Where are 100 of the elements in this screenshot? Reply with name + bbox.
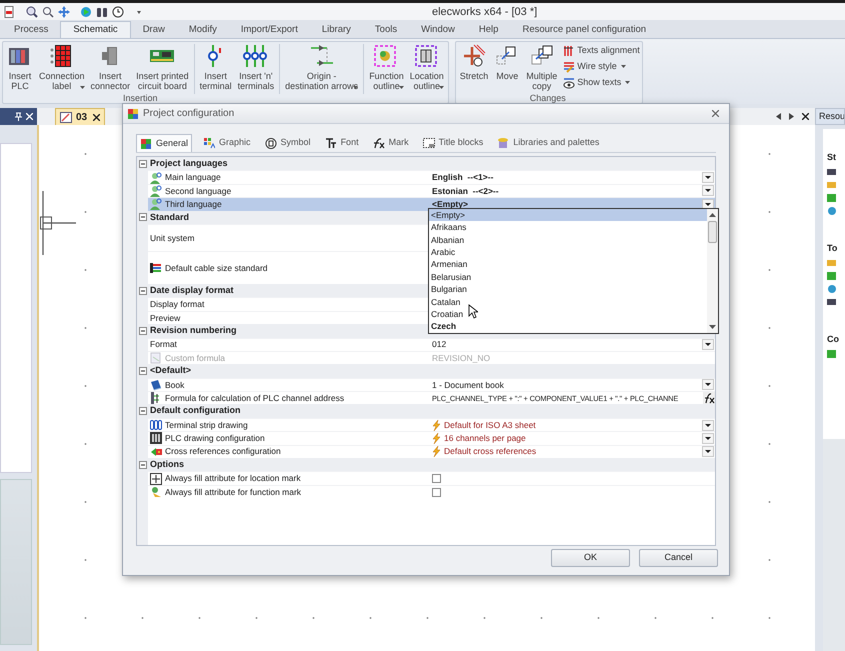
property-label: Book bbox=[165, 378, 184, 392]
dropdown-field[interactable]: English --<1>-- bbox=[432, 171, 715, 184]
document-tab[interactable]: 03 bbox=[55, 108, 106, 125]
dialog-button[interactable]: OK bbox=[551, 549, 630, 567]
scroll-right-icon bbox=[789, 113, 794, 120]
drawing-icon bbox=[60, 112, 72, 122]
list-item[interactable]: Armenian bbox=[429, 258, 707, 271]
ribbon-button[interactable]: Show texts bbox=[563, 76, 640, 90]
menu-tab[interactable]: Library bbox=[310, 21, 363, 38]
dialog-tab[interactable]: Graphic bbox=[200, 134, 254, 152]
ribbon-button[interactable]: Connection label bbox=[37, 44, 87, 90]
section-heading: To bbox=[827, 242, 838, 254]
menu-tab[interactable]: Help bbox=[466, 21, 510, 38]
list-item[interactable]: Arabic bbox=[429, 246, 707, 259]
dialog-tab[interactable]: Libraries and palettes bbox=[494, 134, 602, 152]
list-item[interactable]: <Empty> bbox=[429, 209, 707, 222]
property-label: Preview bbox=[150, 312, 180, 324]
ribbon-button[interactable]: Function outline bbox=[367, 44, 406, 90]
list-item[interactable]: Catalan bbox=[429, 296, 707, 308]
collapse-icon[interactable] bbox=[139, 366, 147, 375]
menu-tab[interactable]: Draw bbox=[130, 21, 177, 38]
ribbon-button[interactable]: Location outline bbox=[408, 44, 446, 90]
font-icon bbox=[324, 137, 337, 149]
ribbon-button[interactable]: Insert 'n' terminals bbox=[236, 44, 276, 91]
dropdown-field[interactable]: Default for ISO A3 sheet bbox=[432, 418, 715, 432]
document-icon bbox=[4, 6, 14, 18]
checkbox[interactable] bbox=[432, 474, 441, 484]
list-item[interactable]: Belarusian bbox=[429, 270, 707, 284]
dialog-tab[interactable]: Symbol bbox=[262, 134, 314, 152]
property-label: Third language bbox=[165, 198, 222, 211]
menu-tab[interactable]: Resource panel configuration bbox=[510, 21, 658, 38]
section-heading: Standard bbox=[150, 210, 190, 224]
menu-tab[interactable]: Modify bbox=[176, 21, 229, 38]
dropdown-field[interactable]: 1 - Document book bbox=[432, 378, 715, 392]
collapse-icon[interactable] bbox=[139, 407, 147, 416]
function-mark-icon bbox=[150, 486, 162, 498]
list-item[interactable]: Afrikaans bbox=[429, 221, 707, 234]
dialog-title: Project configuration bbox=[143, 107, 236, 121]
ribbon-button[interactable]: Insert printed circuit board bbox=[134, 44, 191, 91]
location-mark-icon bbox=[150, 472, 162, 485]
dropdown-field[interactable]: 16 channels per page bbox=[432, 432, 715, 445]
property-label: Always fill attribute for location mark bbox=[165, 472, 301, 485]
section-heading: Co bbox=[827, 333, 840, 345]
list-item[interactable]: Czech bbox=[429, 320, 707, 333]
property-label: PLC drawing configuration bbox=[165, 432, 265, 445]
dropdown-field[interactable]: Default cross references bbox=[432, 446, 715, 458]
zoom-icon bbox=[26, 6, 38, 18]
play-icon bbox=[80, 6, 92, 18]
list-item[interactable]: Bulgarian bbox=[429, 283, 707, 296]
ribbon-button[interactable]: Move bbox=[492, 44, 522, 81]
menu-tab[interactable]: Import/Export bbox=[228, 21, 310, 38]
dialog-tab[interactable]: Title blocks bbox=[420, 134, 486, 152]
ribbon-button[interactable]: Texts alignment bbox=[563, 44, 640, 58]
dropdown-field[interactable]: 012 bbox=[432, 338, 715, 351]
collapse-icon[interactable] bbox=[139, 213, 147, 222]
menu-tab[interactable]: Schematic bbox=[60, 21, 131, 38]
scrollbar[interactable] bbox=[707, 209, 718, 333]
dropdown-field[interactable]: Estonian --<2>-- bbox=[432, 184, 715, 198]
section-heading: Date display format bbox=[150, 284, 234, 297]
title-block-icon bbox=[422, 137, 435, 149]
ribbon-button[interactable]: Insert PLC bbox=[5, 44, 35, 91]
ribbon-button[interactable]: Origin - destination arrows bbox=[283, 44, 360, 90]
caret-icon bbox=[625, 81, 630, 85]
menu-tab[interactable]: Process bbox=[2, 21, 60, 38]
lightning-icon bbox=[432, 432, 441, 444]
list-item[interactable]: Albanian bbox=[429, 234, 707, 246]
ribbon-button[interactable]: Multiple copy bbox=[524, 44, 560, 91]
ribbon-button[interactable]: Stretch bbox=[458, 44, 490, 81]
collapse-icon[interactable] bbox=[139, 286, 147, 295]
scrollbar-thumb[interactable] bbox=[708, 221, 717, 243]
property-label: Default cable size standard bbox=[165, 262, 268, 274]
menu-tab[interactable]: Tools bbox=[362, 21, 410, 38]
pin-icon bbox=[15, 112, 22, 121]
menu-tab[interactable]: Window bbox=[409, 21, 467, 38]
caret-icon bbox=[438, 86, 444, 90]
dialog-button[interactable]: Cancel bbox=[639, 549, 718, 567]
list-item[interactable]: Croatian bbox=[429, 308, 707, 321]
checkbox[interactable] bbox=[432, 488, 441, 496]
dialog-tab[interactable]: General bbox=[136, 134, 192, 152]
collapse-icon[interactable] bbox=[139, 326, 147, 335]
symbol-icon bbox=[264, 137, 277, 149]
ribbon-button[interactable]: Insert terminal bbox=[198, 44, 234, 91]
person-icon bbox=[150, 172, 162, 184]
caret-icon bbox=[353, 86, 358, 90]
collapse-icon[interactable] bbox=[139, 460, 147, 469]
dialog-tab[interactable]: Mark bbox=[370, 134, 412, 152]
group-label: Changes bbox=[528, 94, 567, 103]
property-label: Unit system bbox=[150, 232, 194, 244]
property-label: Second language bbox=[165, 184, 232, 198]
ribbon-button[interactable]: Wire style bbox=[563, 60, 640, 74]
section-heading: Project languages bbox=[150, 157, 228, 170]
caret-icon bbox=[398, 86, 404, 90]
dialog-tab[interactable]: Font bbox=[322, 134, 362, 152]
property-label: Format bbox=[150, 338, 177, 352]
terminal-strip-icon bbox=[150, 419, 162, 432]
collapse-icon[interactable] bbox=[139, 160, 147, 168]
ribbon-button[interactable]: Insert connector bbox=[88, 44, 132, 91]
property-label: Formula for calculation of PLC channel address bbox=[165, 392, 344, 405]
close-icon bbox=[802, 113, 809, 120]
cross-reference-icon bbox=[150, 446, 162, 458]
